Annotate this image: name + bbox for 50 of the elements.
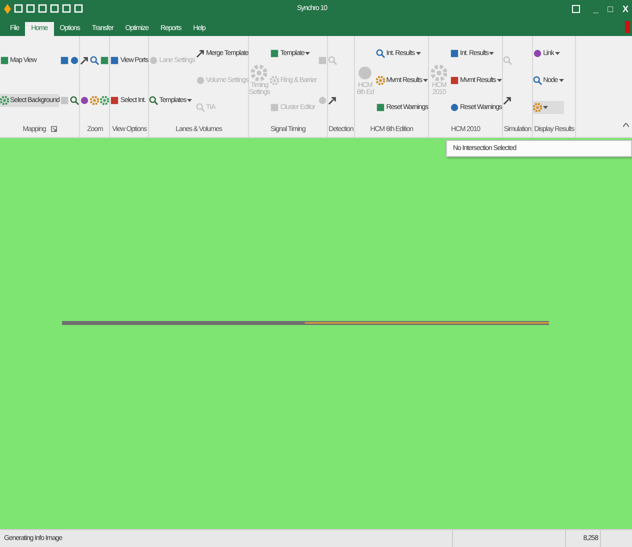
window-control[interactable]: _ <box>593 4 598 14</box>
tool-button[interactable] <box>328 94 337 108</box>
square-icon <box>0 56 9 65</box>
gear-icon <box>100 96 110 106</box>
gear-icon <box>90 96 100 106</box>
gear-icon <box>0 96 9 106</box>
square-icon <box>318 56 327 65</box>
magnifier-icon <box>376 49 386 58</box>
gear-icon <box>270 76 280 85</box>
magnifier-icon <box>90 56 100 65</box>
magnifier-icon <box>70 96 80 106</box>
tool-button[interactable] <box>90 54 100 67</box>
square-icon <box>450 49 460 58</box>
app-logo-icon <box>4 4 11 14</box>
magnifier-icon <box>328 56 337 65</box>
tool-button[interactable] <box>70 94 80 108</box>
square-icon <box>60 96 70 106</box>
square-icon <box>376 103 386 112</box>
square-icon <box>110 96 120 106</box>
square-icon <box>110 56 120 65</box>
gear-icon <box>376 76 386 85</box>
circle-icon <box>149 56 158 65</box>
gear-icon <box>431 65 448 81</box>
circle-icon <box>70 56 80 65</box>
square-icon <box>270 49 280 58</box>
window-control[interactable]: X <box>622 4 628 14</box>
gear-icon <box>533 103 542 112</box>
magnifier-icon <box>533 76 542 85</box>
arrow-icon <box>328 96 337 106</box>
square-icon <box>270 103 280 112</box>
square-icon <box>450 76 460 85</box>
magnifier-icon <box>149 96 158 106</box>
circle-icon <box>533 49 542 58</box>
launcher-icon[interactable] <box>50 126 57 132</box>
circle-icon <box>357 65 374 81</box>
arrow-icon <box>80 56 90 65</box>
arrow-icon <box>502 96 512 106</box>
circle-icon <box>196 76 205 85</box>
circle-icon <box>80 96 90 106</box>
collapse-icon[interactable] <box>623 123 629 127</box>
gear-icon <box>251 65 268 81</box>
circle-icon <box>318 96 327 106</box>
arrow-icon <box>196 49 205 58</box>
window-control[interactable]: □ <box>608 4 613 14</box>
magnifier-icon <box>502 56 512 65</box>
square-icon <box>60 56 70 65</box>
magnifier-icon <box>196 103 205 112</box>
tool-button[interactable] <box>502 94 512 108</box>
square-icon <box>100 56 110 65</box>
circle-icon <box>450 103 460 112</box>
